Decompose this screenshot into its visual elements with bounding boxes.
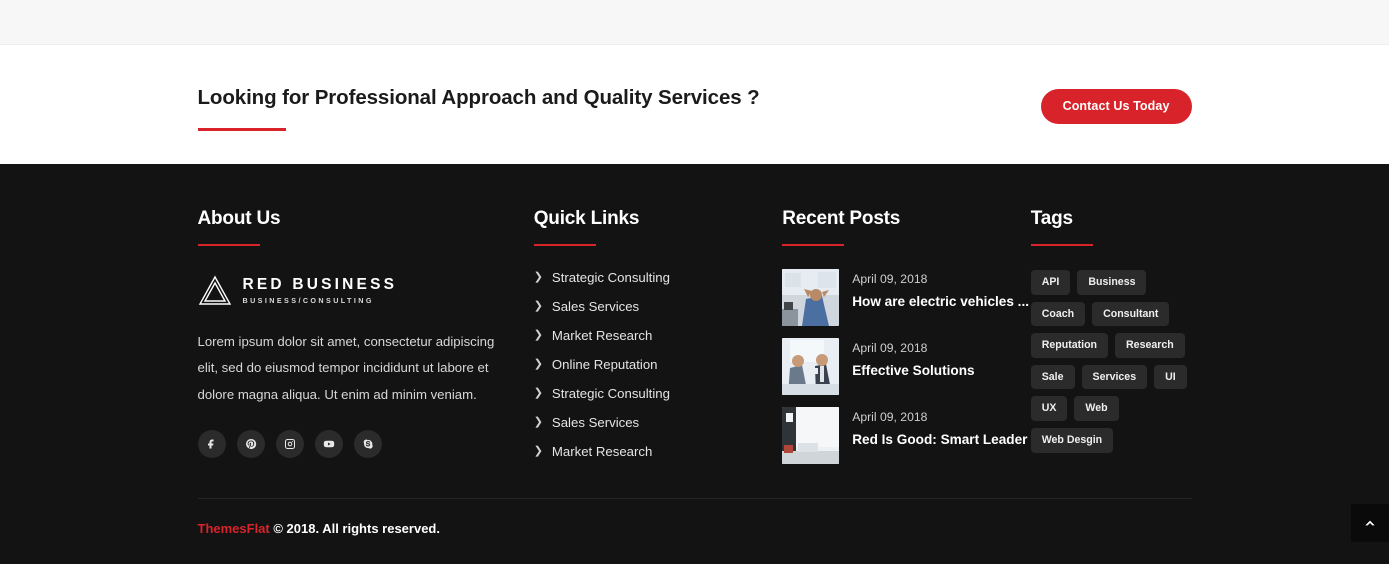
tag-item[interactable]: API bbox=[1030, 270, 1071, 295]
chevron-right-icon: ❯ bbox=[533, 300, 543, 312]
post-date: April 09, 2018 bbox=[852, 410, 928, 424]
tag-item[interactable]: Web Desgin bbox=[1030, 427, 1114, 453]
instagram-icon bbox=[284, 439, 295, 450]
post-thumbnail[interactable] bbox=[782, 269, 840, 326]
chevron-right-icon: ❯ bbox=[533, 445, 543, 457]
chevron-right-icon: ❯ bbox=[533, 329, 543, 341]
footer-column-about: About Us RED BUSINESS BUSINESS/CONSULTIN… bbox=[197, 208, 534, 476]
quick-link-label: Strategic Consulting bbox=[551, 386, 670, 401]
facebook-icon bbox=[207, 439, 213, 449]
post-thumbnail[interactable] bbox=[782, 407, 840, 464]
tag-cloud: API Business Coach Consultant Reputation… bbox=[1030, 270, 1191, 453]
chevron-right-icon: ❯ bbox=[533, 358, 543, 370]
tag-item[interactable]: Research bbox=[1115, 333, 1185, 358]
social-link-pinterest[interactable] bbox=[236, 430, 265, 459]
tag-item[interactable]: UX bbox=[1030, 396, 1068, 421]
footer-column-tags: Tags API Business Coach Consultant Reput… bbox=[1030, 208, 1192, 476]
cta-title: Looking for Professional Approach and Qu… bbox=[197, 85, 760, 109]
logo-main-text: RED BUSINESS bbox=[242, 276, 398, 294]
quick-link-label: Sales Services bbox=[551, 415, 640, 430]
post-thumbnail-image bbox=[782, 269, 840, 326]
quick-link-item[interactable]: ❯ Online Reputation bbox=[534, 357, 783, 372]
footer-column-quick-links: Quick Links ❯ Strategic Consulting ❯ Sales… bbox=[533, 208, 783, 476]
quick-link-label: Market Research bbox=[551, 444, 653, 459]
quick-link-item[interactable]: ❯ Strategic Consulting bbox=[534, 386, 783, 401]
social-links bbox=[197, 430, 534, 459]
tag-item[interactable]: Consultant bbox=[1092, 301, 1170, 327]
social-link-youtube[interactable] bbox=[314, 430, 343, 459]
tag-item[interactable]: Coach bbox=[1030, 301, 1086, 327]
chevron-right-icon: ❯ bbox=[533, 271, 543, 283]
recent-post-item[interactable]: April 09, 2018 How are electric vehicles… bbox=[782, 269, 1031, 326]
recent-post-item[interactable]: April 09, 2018 Red Is Good: Smart Leader bbox=[782, 407, 1031, 464]
recent-posts-list: April 09, 2018 How are electric vehicles… bbox=[782, 269, 1031, 464]
triangle-logo-icon bbox=[198, 275, 231, 305]
skype-icon bbox=[363, 439, 373, 449]
quick-link-item[interactable]: ❯ Strategic Consulting bbox=[534, 270, 783, 285]
themesflat-link[interactable]: ThemesFlat bbox=[198, 521, 270, 536]
post-thumbnail-image bbox=[782, 407, 840, 464]
copyright-text: © 2018. All rights reserved. bbox=[269, 521, 440, 536]
recent-post-item[interactable]: April 09, 2018 Effective Solutions bbox=[782, 338, 1031, 395]
recent-posts-heading-underline bbox=[782, 244, 845, 246]
site-footer: About Us RED BUSINESS BUSINESS/CONSULTIN… bbox=[0, 164, 1389, 564]
logo-sub-text: BUSINESS/CONSULTING bbox=[242, 295, 374, 305]
quick-link-label: Market Research bbox=[551, 328, 653, 343]
quick-link-item[interactable]: ❯ Market Research bbox=[534, 444, 783, 459]
tags-heading: Tags bbox=[1030, 208, 1073, 229]
quick-links-heading-underline bbox=[533, 244, 596, 246]
post-date: April 09, 2018 bbox=[852, 341, 928, 355]
cta-band: Looking for Professional Approach and Qu… bbox=[0, 46, 1389, 164]
footer-logo[interactable]: RED BUSINESS BUSINESS/CONSULTING bbox=[198, 275, 534, 306]
post-thumbnail[interactable] bbox=[782, 338, 840, 395]
chevron-right-icon: ❯ bbox=[533, 416, 543, 428]
contact-us-today-button[interactable]: Contact Us Today bbox=[1040, 88, 1192, 124]
social-link-skype[interactable] bbox=[353, 430, 382, 459]
tag-item[interactable]: Reputation bbox=[1030, 333, 1109, 358]
youtube-icon bbox=[323, 441, 334, 448]
about-description: Lorem ipsum dolor sit amet, consectetur … bbox=[197, 334, 495, 402]
chevron-up-icon bbox=[1365, 520, 1375, 526]
post-title[interactable]: Red Is Good: Smart Leader bbox=[852, 432, 1027, 447]
quick-link-item[interactable]: ❯ Market Research bbox=[534, 328, 783, 343]
tag-item[interactable]: Business bbox=[1077, 270, 1147, 295]
copyright-bar: ThemesFlat © 2018. All rights reserved. bbox=[198, 499, 1192, 536]
quick-links-list: ❯ Strategic Consulting ❯ Sales Services ❯ M… bbox=[534, 270, 783, 459]
tag-item[interactable]: Services bbox=[1081, 364, 1148, 390]
tags-heading-underline bbox=[1030, 244, 1093, 246]
social-link-facebook[interactable] bbox=[197, 430, 226, 459]
about-us-heading: About Us bbox=[197, 208, 281, 229]
footer-column-recent-posts: Recent Posts April 09, 2018 How are elec… bbox=[782, 208, 1031, 476]
social-link-instagram[interactable] bbox=[275, 430, 304, 459]
cta-text-block: Looking for Professional Approach and Qu… bbox=[197, 79, 760, 132]
tag-item[interactable]: Sale bbox=[1030, 364, 1075, 390]
recent-posts-heading: Recent Posts bbox=[782, 208, 901, 229]
scroll-to-top-button[interactable] bbox=[1351, 504, 1389, 542]
quick-links-heading: Quick Links bbox=[533, 208, 640, 229]
quick-link-item[interactable]: ❯ Sales Services bbox=[534, 415, 783, 430]
top-gray-strip bbox=[0, 0, 1389, 45]
post-title[interactable]: Effective Solutions bbox=[852, 363, 974, 378]
about-heading-underline bbox=[197, 244, 260, 246]
cta-title-underline bbox=[197, 128, 286, 132]
chevron-right-icon: ❯ bbox=[533, 387, 543, 399]
tag-item[interactable]: Web bbox=[1074, 396, 1119, 421]
post-thumbnail-image bbox=[782, 338, 840, 395]
quick-link-item[interactable]: ❯ Sales Services bbox=[534, 299, 783, 314]
post-date: April 09, 2018 bbox=[852, 272, 928, 286]
post-title[interactable]: How are electric vehicles ... bbox=[852, 294, 1029, 309]
quick-link-label: Online Reputation bbox=[551, 357, 658, 372]
tag-item[interactable]: UI bbox=[1154, 364, 1187, 390]
pinterest-icon bbox=[245, 439, 256, 450]
quick-link-label: Strategic Consulting bbox=[551, 270, 670, 285]
quick-link-label: Sales Services bbox=[551, 299, 640, 314]
